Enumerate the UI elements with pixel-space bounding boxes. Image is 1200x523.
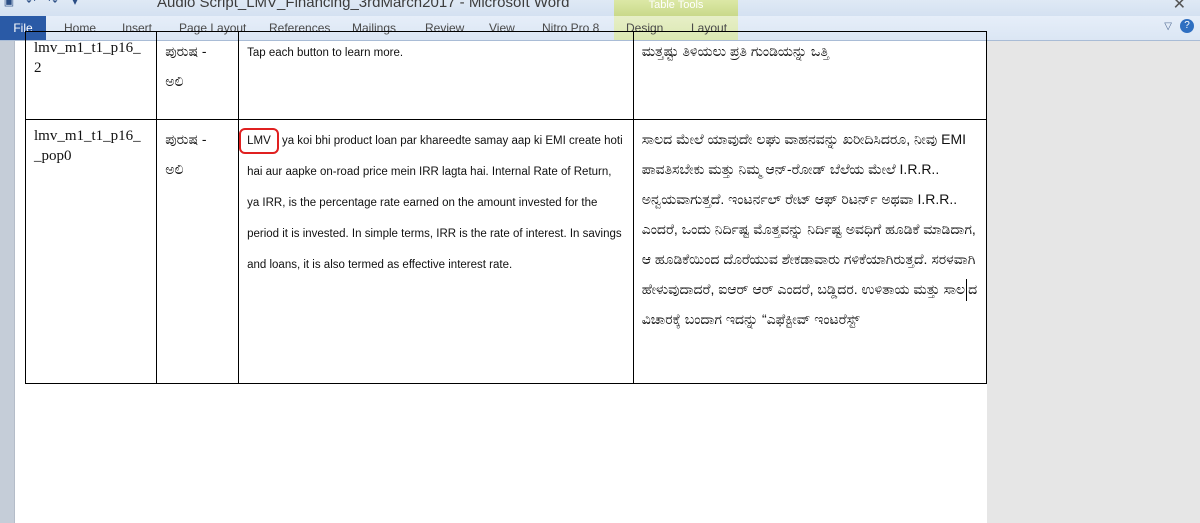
table-row: lmv_m1_t1_p16_ 2 ಪುರುಷ - ಅಲಿ Tap each bu… — [24, 31, 988, 120]
redo-icon[interactable]: ↷ — [46, 0, 60, 8]
document-page[interactable]: lmv_m1_t1_p16_ 2 ಪುರುಷ - ಅಲಿ Tap each bu… — [15, 31, 988, 523]
voice-cell[interactable]: ಪುರುಷ - ಅಲಿ — [156, 119, 240, 384]
screen-id: lmv_m1_t1_p16_ 2 — [34, 40, 141, 76]
customize-toolbar-icon[interactable]: ▾ — [68, 0, 82, 8]
screen-id: lmv_m1_t1_p16_ _pop0 — [34, 128, 141, 164]
help-icon[interactable]: ? — [1180, 19, 1194, 33]
highlighted-word: LMV — [239, 128, 279, 154]
title-bar: ▣ ↶ ↷ ▾ Audio Script_LMV_Financing_3rdMa… — [0, 0, 1200, 16]
voice-label: ಪುರುಷ - ಅಲಿ — [165, 43, 207, 89]
vertical-ruler — [0, 41, 15, 523]
english-text: ya koi bhi product loan par khareedte sa… — [247, 135, 623, 271]
document-area: lmv_m1_t1_p16_ 2 ಪುರುಷ - ಅಲಿ Tap each bu… — [0, 31, 1200, 523]
window-title: Audio Script_LMV_Financing_3rdMarch2017 … — [157, 0, 570, 11]
voice-cell[interactable]: ಪುರುಷ - ಅಲಿ — [156, 31, 240, 120]
kannada-cell[interactable]: ಸಾಲದ ಮೇಲೆ ಯಾವುದೇ ಲಘು ವಾಹನವನ್ನು ಖರೀದಿಸಿದರ… — [632, 119, 988, 384]
english-cell[interactable]: LMV ya koi bhi product loan par khareedt… — [238, 119, 634, 384]
save-icon[interactable]: ▣ — [2, 0, 16, 8]
kannada-text: ಸಾಲದ ಮೇಲೆ ಯಾವುದೇ ಲಘು ವಾಹನವನ್ನು ಖರೀದಿಸಿದರ… — [641, 131, 976, 297]
audio-script-table: lmv_m1_t1_p16_ 2 ಪುರುಷ - ಅಲಿ Tap each bu… — [24, 31, 988, 384]
kannada-text: ಮತ್ತಷ್ಟು ತಿಳಿಯಲು ಪ್ರತಿ ಗುಂಡಿಯನ್ನು ಒತ್ತಿ — [641, 43, 829, 59]
english-text: Tap each button to learn more. — [247, 47, 404, 59]
kannada-cell[interactable]: ಮತ್ತಷ್ಟು ತಿಳಿಯಲು ಪ್ರತಿ ಗುಂಡಿಯನ್ನು ಒತ್ತಿ — [632, 31, 988, 120]
undo-icon[interactable]: ↶ — [24, 0, 38, 8]
quick-access-toolbar: ▣ ↶ ↷ ▾ — [2, 0, 82, 10]
table-tools-label: Table Tools — [614, 0, 738, 16]
english-cell[interactable]: Tap each button to learn more. — [238, 31, 634, 120]
minimize-ribbon-icon[interactable]: ▽ — [1164, 21, 1172, 32]
screen-id-cell[interactable]: lmv_m1_t1_p16_ 2 — [24, 31, 158, 120]
page-margin-gap — [987, 41, 1200, 523]
text-cursor — [966, 279, 968, 302]
table-row: lmv_m1_t1_p16_ _pop0 ಪುರುಷ - ಅಲಿ LMV ya … — [24, 119, 988, 384]
voice-label: ಪುರುಷ - ಅಲಿ — [165, 131, 207, 177]
close-icon[interactable]: ✕ — [1173, 0, 1186, 14]
screen-id-cell[interactable]: lmv_m1_t1_p16_ _pop0 — [24, 119, 158, 384]
